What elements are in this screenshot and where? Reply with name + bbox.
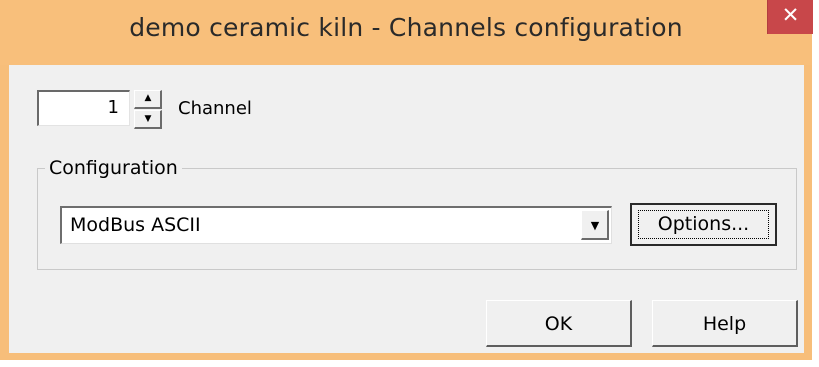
ok-button[interactable]: OK: [486, 300, 632, 347]
window-title: demo ceramic kiln - Channels configurati…: [129, 13, 683, 42]
help-button-label: Help: [702, 313, 747, 335]
options-button-label: Options...: [657, 213, 750, 235]
dialog-window: demo ceramic kiln - Channels configurati…: [0, 0, 813, 360]
protocol-dropdown[interactable]: ModBus ASCII ▼: [60, 206, 612, 244]
spin-up-button[interactable]: ▲: [134, 90, 162, 109]
close-icon: ✕: [781, 3, 800, 27]
channel-value: 1: [107, 97, 119, 118]
spin-down-button[interactable]: ▼: [134, 110, 162, 129]
channel-spin-input[interactable]: 1: [37, 90, 130, 126]
ok-button-label: OK: [544, 313, 573, 335]
options-button[interactable]: Options...: [630, 203, 777, 246]
title-bar[interactable]: demo ceramic kiln - Channels configurati…: [0, 0, 813, 65]
help-button[interactable]: Help: [652, 300, 798, 347]
protocol-selected-value: ModBus ASCII: [70, 214, 201, 236]
spin-down-arrow-icon: ▼: [144, 114, 152, 124]
spin-up-arrow-icon: ▲: [144, 93, 152, 103]
close-button[interactable]: ✕: [767, 0, 813, 34]
configuration-group-label: Configuration: [45, 157, 182, 179]
channel-label: Channel: [178, 98, 252, 119]
chevron-down-icon: ▼: [590, 219, 600, 232]
dropdown-button[interactable]: ▼: [581, 210, 609, 240]
channel-spin-buttons: ▲ ▼: [134, 90, 162, 130]
window-bottom-border: [0, 353, 812, 360]
